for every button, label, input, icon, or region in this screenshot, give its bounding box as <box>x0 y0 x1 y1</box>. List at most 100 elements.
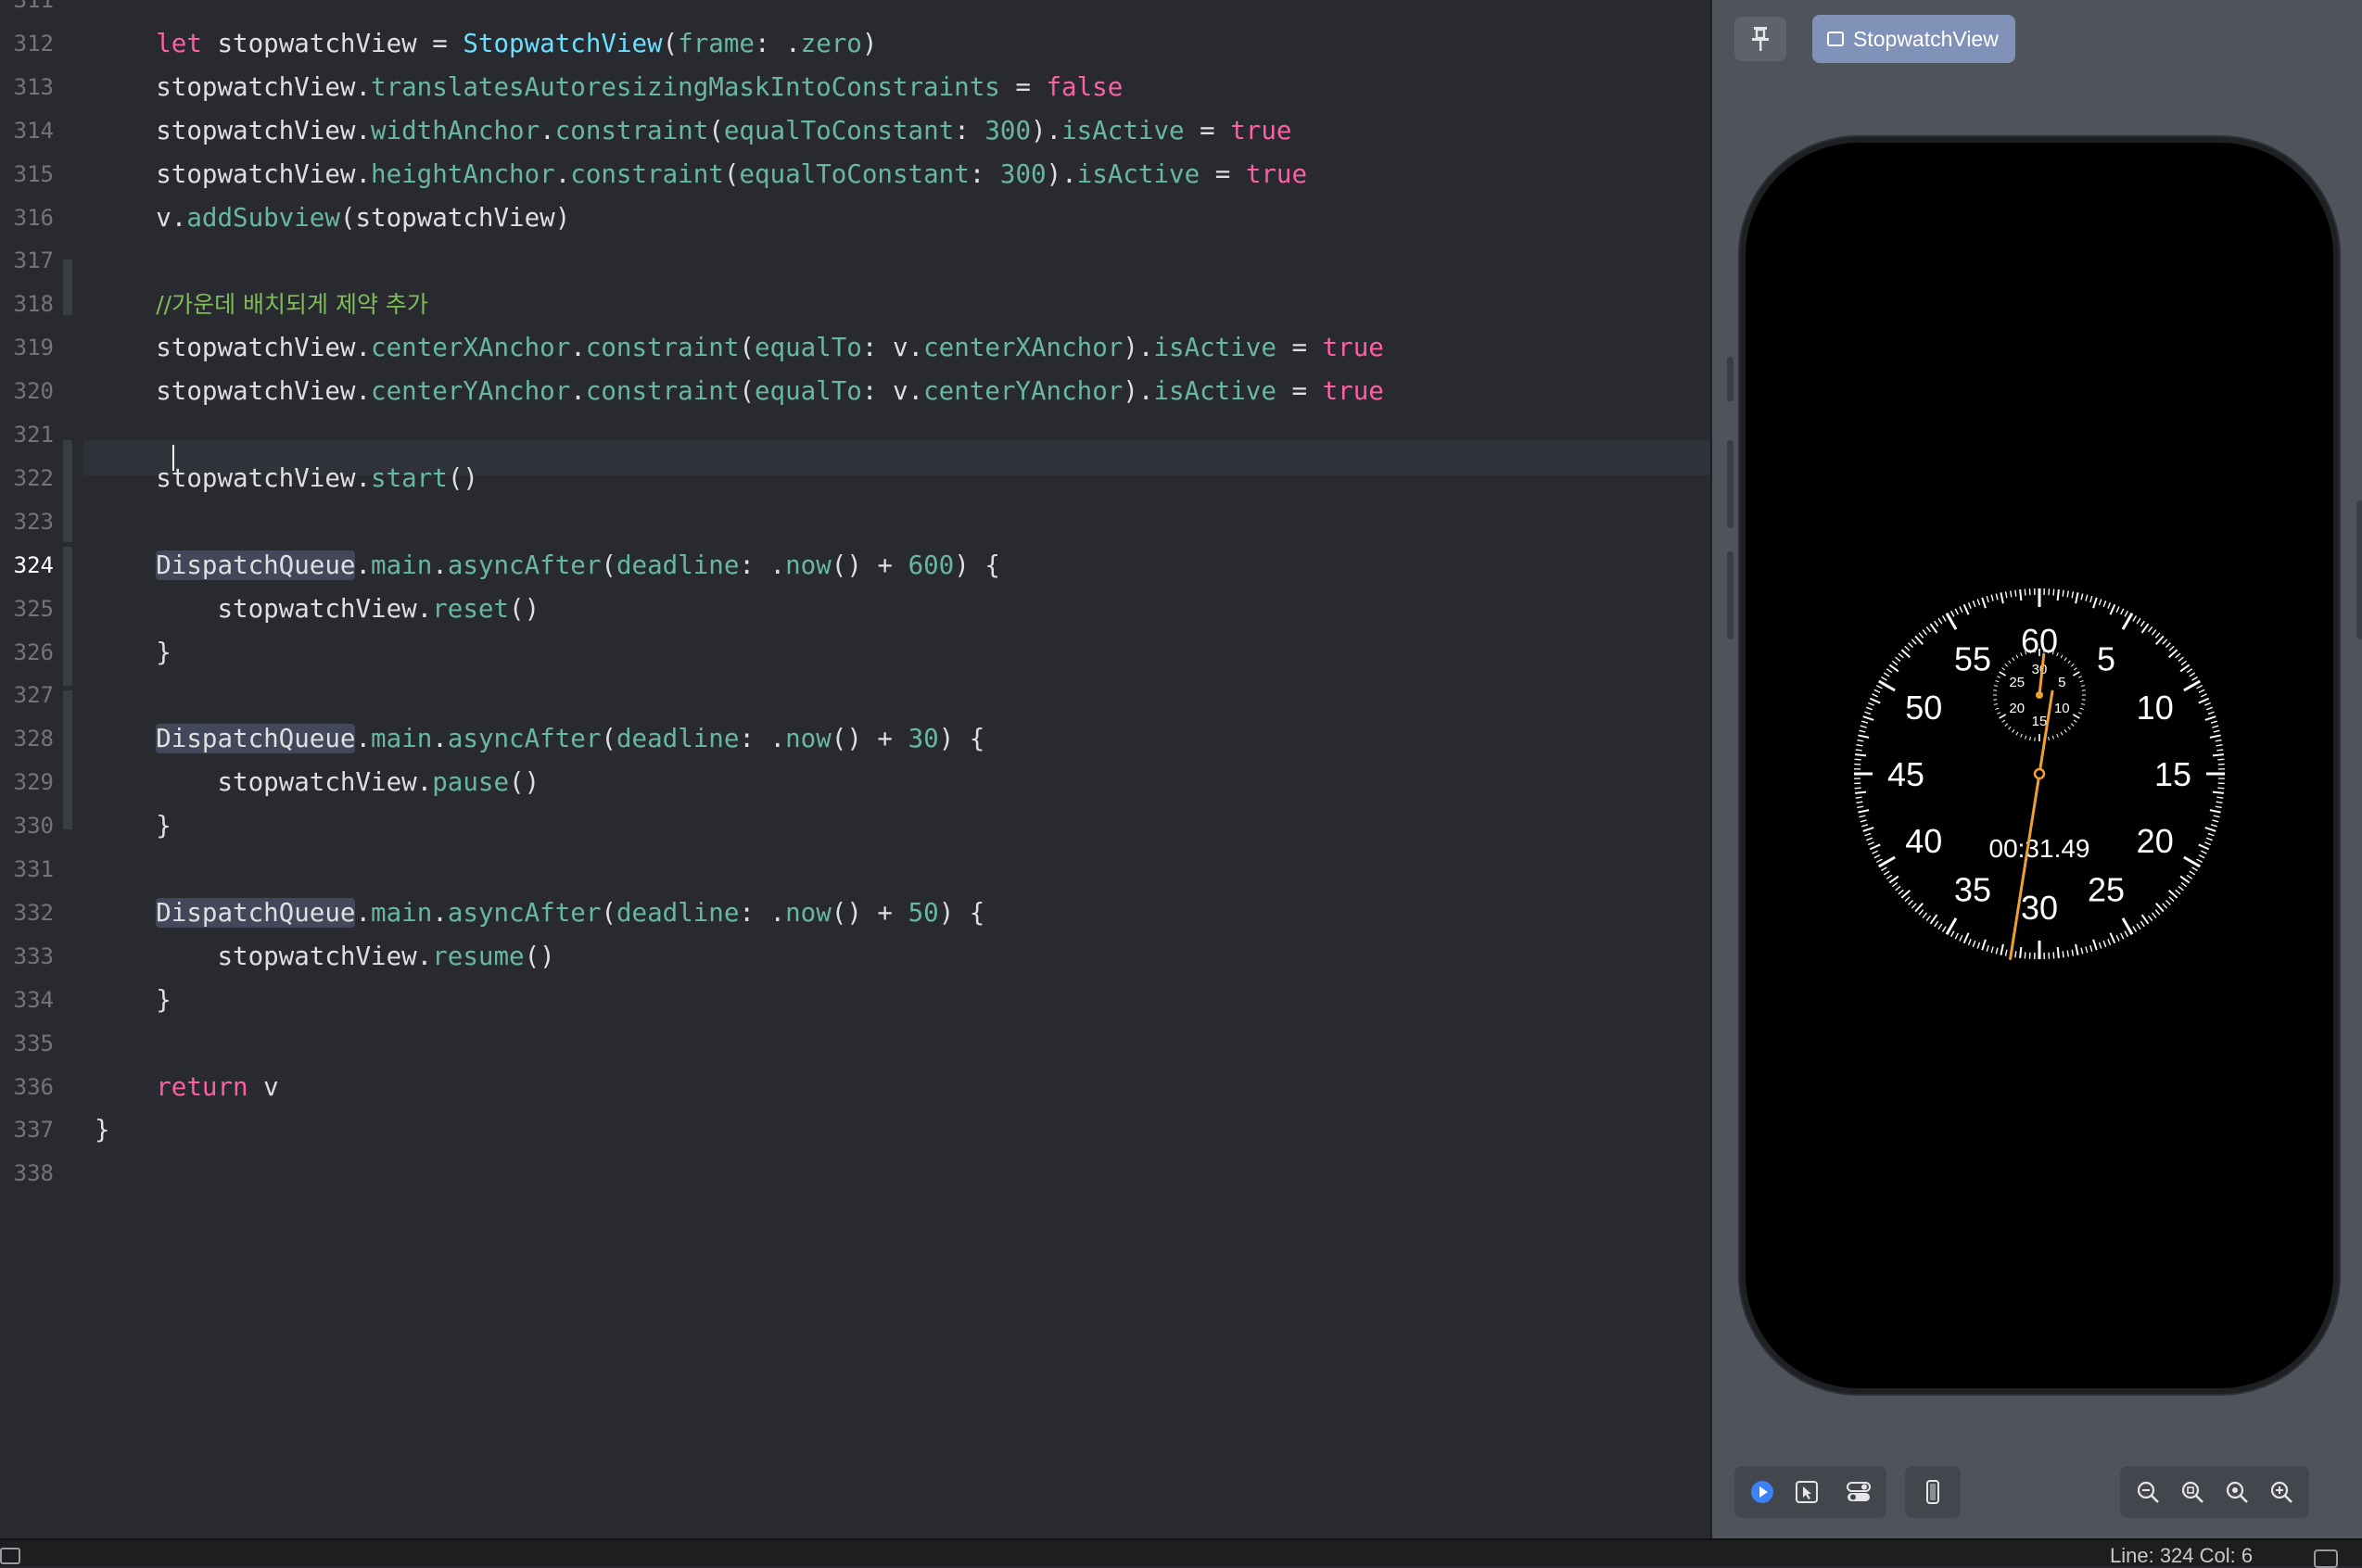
dial-tick <box>1860 726 1867 727</box>
dial-label: 10 <box>2137 689 2174 727</box>
code-token: . <box>355 724 371 753</box>
dial-tick <box>1863 716 1873 720</box>
code-line[interactable]: 321 <box>0 417 1710 452</box>
code-token: constraint <box>555 116 709 145</box>
dial-tick <box>1889 664 1898 671</box>
line-number: 312 <box>0 26 54 61</box>
code-line[interactable]: 311 <box>0 0 1710 18</box>
dial-tick <box>1861 825 1868 827</box>
code-line[interactable]: 335 <box>0 1026 1710 1061</box>
subdial-tick <box>2080 708 2084 709</box>
line-number: 316 <box>0 200 54 235</box>
code-line[interactable]: 328 DispatchQueue.main.asyncAfter(deadli… <box>0 721 1710 756</box>
code-token: asyncAfter <box>448 898 602 928</box>
source-editor[interactable]: 311 312 let stopwatchView = StopwatchView… <box>0 0 1710 1538</box>
subdial-tick <box>2052 736 2053 740</box>
code-line[interactable]: 329 stopwatchView.pause() <box>0 765 1710 800</box>
dial-tick <box>1923 630 1926 635</box>
dial-tick <box>1866 707 1873 710</box>
code-line[interactable]: 336 return v <box>0 1069 1710 1105</box>
code-line[interactable]: 318 //가운데 배치되게 제약 추가 <box>0 286 1710 322</box>
code-line[interactable]: 324 DispatchQueue.main.asyncAfter(deadli… <box>0 548 1710 583</box>
code-line[interactable]: 322 stopwatchView.start() <box>0 461 1710 496</box>
live-preview-button[interactable] <box>1742 1472 1783 1512</box>
dial-tick <box>1856 802 1862 803</box>
zoom-in-button[interactable] <box>2261 1472 2302 1512</box>
code-line[interactable]: 331 <box>0 852 1710 887</box>
code-line[interactable]: 326 } <box>0 635 1710 670</box>
code-token: v <box>248 1072 279 1102</box>
dial-tick <box>2180 664 2190 671</box>
code-line[interactable]: 325 stopwatchView.reset() <box>0 591 1710 626</box>
code-token: main <box>371 724 432 753</box>
dial-tick <box>2006 950 2007 956</box>
code-token: = <box>1185 116 1231 145</box>
zoom-fit-button[interactable] <box>2172 1472 2213 1512</box>
code-token: ) { <box>954 550 1000 580</box>
code-line[interactable]: 332 DispatchQueue.main.asyncAfter(deadli… <box>0 895 1710 930</box>
dial-tick <box>2192 677 2198 681</box>
code-line[interactable]: 317 <box>0 243 1710 278</box>
zoom-100-button[interactable] <box>2216 1472 2257 1512</box>
code-line[interactable]: 320 stopwatchView.centerYAnchor.constrai… <box>0 373 1710 409</box>
code-token: ) { <box>939 724 985 753</box>
preview-chip[interactable]: StopwatchView <box>1812 15 2015 63</box>
selectable-button[interactable] <box>1786 1472 1827 1512</box>
dial-tick <box>1926 916 1930 921</box>
zoom-out-button[interactable] <box>2127 1472 2168 1512</box>
code-token: : <box>970 159 1000 189</box>
dial-tick <box>2148 626 2152 632</box>
code-line[interactable]: 314 stopwatchView.widthAnchor.constraint… <box>0 113 1710 148</box>
code-token: } <box>95 1115 110 1144</box>
pin-button[interactable] <box>1734 17 1786 61</box>
code-token: frame <box>678 29 755 58</box>
dial-tick <box>2169 897 2174 902</box>
code-text: stopwatchView.reset() <box>95 591 540 626</box>
dial-tick <box>1855 788 1861 789</box>
line-number: 321 <box>0 417 54 452</box>
debug-area-icon[interactable] <box>0 1548 20 1564</box>
dial-tick <box>1996 594 1998 601</box>
code-token: 600 <box>908 550 955 580</box>
code-line[interactable]: 327 <box>0 677 1710 713</box>
dial-tick <box>1930 915 1937 924</box>
subdial-tick <box>1994 686 1998 687</box>
dial-tick <box>1858 810 1869 812</box>
line-number: 322 <box>0 461 54 496</box>
dial-tick <box>1861 721 1868 723</box>
code-line[interactable]: 313 stopwatchView.translatesAutoresizing… <box>0 70 1710 105</box>
code-line[interactable]: 312 let stopwatchView = StopwatchView(fr… <box>0 26 1710 61</box>
status-bar: Line: 324 Col: 6 <box>0 1538 2362 1566</box>
inspector-toggle-icon[interactable] <box>2314 1549 2338 1568</box>
code-line[interactable]: 316 v.addSubview(stopwatchView) <box>0 200 1710 235</box>
code-token: start <box>371 463 448 493</box>
code-token: () + <box>832 550 908 580</box>
device-settings-button[interactable] <box>1838 1472 1879 1512</box>
code-line[interactable]: 330 } <box>0 808 1710 843</box>
code-token: () <box>525 942 555 971</box>
line-number: 311 <box>0 0 54 18</box>
code-token: ). <box>1123 376 1153 406</box>
code-line[interactable]: 334 } <box>0 982 1710 1018</box>
code-line[interactable]: 315 stopwatchView.heightAnchor.constrain… <box>0 157 1710 192</box>
code-line[interactable]: 338 <box>0 1156 1710 1191</box>
code-token: stopwatchView. <box>95 72 371 102</box>
dial-tick <box>2020 589 2021 601</box>
code-token: v. <box>95 203 186 233</box>
time-readout: 00:31.49 <box>1989 834 2090 863</box>
dial-tick <box>2063 590 2064 597</box>
subdial-tick <box>2071 724 2074 727</box>
device-button[interactable] <box>1912 1472 1953 1512</box>
dial-tick <box>1982 598 1986 608</box>
dial-tick <box>1901 891 1910 898</box>
dial-tick <box>1951 931 1954 937</box>
dial-tick <box>1960 606 1962 612</box>
dial-label: 15 <box>2154 755 2191 793</box>
dial-tick <box>2121 933 2124 939</box>
code-line[interactable]: 333 stopwatchView.resume() <box>0 939 1710 974</box>
code-token: } <box>95 985 171 1015</box>
dial-tick <box>1872 851 1877 854</box>
code-line[interactable]: 323 <box>0 504 1710 539</box>
code-line[interactable]: 337} <box>0 1112 1710 1147</box>
code-line[interactable]: 319 stopwatchView.centerXAnchor.constrai… <box>0 330 1710 365</box>
